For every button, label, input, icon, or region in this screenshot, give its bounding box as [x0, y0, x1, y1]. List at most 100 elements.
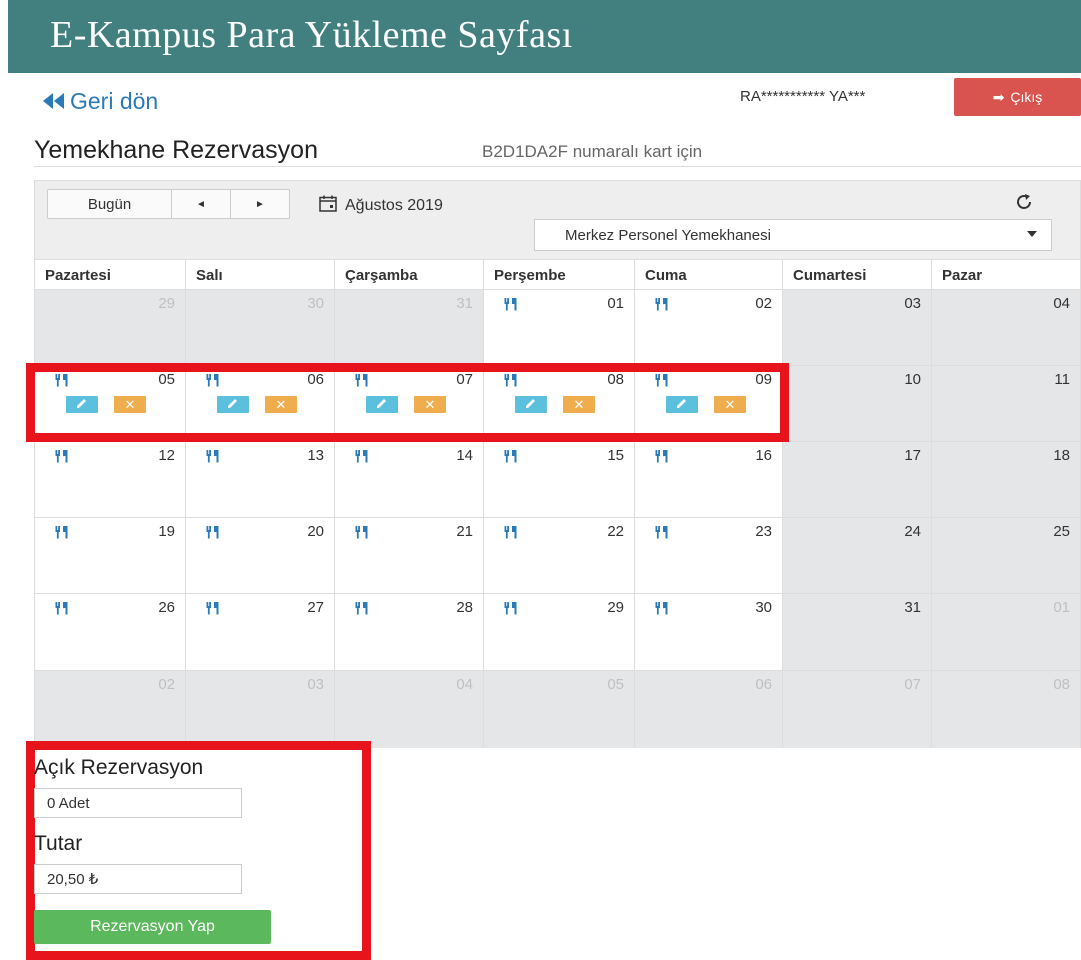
- reservation-calendar: Bugün ◄ ► Ağustos 2019 Merkez Personel Y…: [34, 180, 1081, 748]
- day-number: 29: [607, 599, 624, 616]
- calendar-day: 29: [35, 290, 186, 366]
- calendar-day: 03: [186, 671, 335, 748]
- calendar-day[interactable]: 21: [335, 518, 484, 594]
- day-number: 10: [904, 371, 921, 388]
- calendar-day[interactable]: 30: [635, 594, 783, 671]
- day-number: 28: [456, 599, 473, 616]
- day-number: 08: [1053, 676, 1070, 693]
- calendar-day[interactable]: 19: [35, 518, 186, 594]
- day-number: 12: [158, 447, 175, 464]
- amount-value: 20,50 ₺: [34, 864, 242, 894]
- weekday-header-cell: Cuma: [635, 260, 783, 290]
- fork-knife-icon: [355, 449, 369, 468]
- weekday-header-cell: Perşembe: [484, 260, 635, 290]
- highlight-reserved-days: [26, 363, 789, 442]
- month-label: Ağustos 2019: [319, 195, 443, 217]
- calendar-day[interactable]: 20: [186, 518, 335, 594]
- page-subtitle: B2D1DA2F numaralı kart için: [482, 142, 703, 161]
- next-month-button[interactable]: ►: [231, 189, 290, 219]
- calendar-day[interactable]: 12: [35, 442, 186, 518]
- fork-knife-icon: [655, 601, 669, 620]
- fork-knife-icon: [55, 525, 69, 544]
- fork-knife-icon: [206, 525, 220, 544]
- fork-knife-icon: [655, 525, 669, 544]
- day-number: 04: [456, 676, 473, 693]
- day-number: 07: [904, 676, 921, 693]
- calendar-day[interactable]: 16: [635, 442, 783, 518]
- calendar-toolbar: Bugün ◄ ► Ağustos 2019 Merkez Personel Y…: [35, 181, 1080, 259]
- day-number: 15: [607, 447, 624, 464]
- calendar-day: 30: [186, 290, 335, 366]
- today-button[interactable]: Bugün: [47, 189, 172, 219]
- calendar-day[interactable]: 13: [186, 442, 335, 518]
- calendar-day: 05: [484, 671, 635, 748]
- calendar-day[interactable]: 29: [484, 594, 635, 671]
- make-reservation-button[interactable]: Rezervasyon Yap: [34, 910, 271, 944]
- calendar-grid: 29 30 31 01 02 03 04 05 ✕ 06 ✕ 07 ✕ 08 ✕ 09 ✕ 10 11 12 13 14 1…: [35, 290, 1080, 748]
- prev-month-button[interactable]: ◄: [172, 189, 231, 219]
- fork-knife-icon: [504, 601, 518, 620]
- calendar-day: 01: [932, 594, 1080, 671]
- page-title: Yemekhane Rezervasyon: [34, 136, 318, 164]
- calendar-day: 17: [783, 442, 932, 518]
- day-number: 31: [904, 599, 921, 616]
- day-number: 27: [307, 599, 324, 616]
- calendar-day: 04: [335, 671, 484, 748]
- calendar-day[interactable]: 14: [335, 442, 484, 518]
- fork-knife-icon: [206, 601, 220, 620]
- calendar-day: 07: [783, 671, 932, 748]
- logout-label: Çıkış: [1010, 89, 1043, 105]
- open-reservation-label: Açık Rezervasyon: [34, 756, 204, 779]
- fork-knife-icon: [355, 601, 369, 620]
- day-number: 14: [456, 447, 473, 464]
- back-link[interactable]: Geri dön: [40, 86, 158, 116]
- calendar-day[interactable]: 26: [35, 594, 186, 671]
- calendar-day: 25: [932, 518, 1080, 594]
- cafeteria-selected: Merkez Personel Yemekhanesi: [565, 226, 771, 244]
- calendar-day: 11: [932, 366, 1080, 442]
- day-number: 03: [904, 295, 921, 312]
- calendar-day: 31: [335, 290, 484, 366]
- calendar-day: 10: [783, 366, 932, 442]
- calendar-day[interactable]: 27: [186, 594, 335, 671]
- day-number: 29: [158, 295, 175, 312]
- day-number: 30: [307, 295, 324, 312]
- calendar-day: 31: [783, 594, 932, 671]
- fork-knife-icon: [55, 601, 69, 620]
- chevron-down-icon: [1027, 231, 1037, 237]
- weekday-header-cell: Çarşamba: [335, 260, 484, 290]
- day-number: 26: [158, 599, 175, 616]
- weekday-header-cell: Salı: [186, 260, 335, 290]
- day-number: 13: [307, 447, 324, 464]
- day-number: 16: [755, 447, 772, 464]
- weekday-header-cell: Cumartesi: [783, 260, 932, 290]
- calendar-day[interactable]: 02: [635, 290, 783, 366]
- double-chevron-left-icon: [40, 91, 70, 111]
- day-number: 05: [607, 676, 624, 693]
- site-title: E-Kampus Para Yükleme Sayfası: [50, 14, 573, 56]
- logout-button[interactable]: ➡ Çıkış: [954, 78, 1081, 116]
- day-number: 21: [456, 523, 473, 540]
- calendar-day[interactable]: 01: [484, 290, 635, 366]
- calendar-day: 24: [783, 518, 932, 594]
- calendar-icon: [319, 195, 337, 217]
- day-number: 18: [1053, 447, 1070, 464]
- day-number: 01: [1053, 599, 1070, 616]
- weekday-header-cell: Pazar: [942, 266, 983, 284]
- calendar-day: 08: [932, 671, 1080, 748]
- day-number: 06: [755, 676, 772, 693]
- calendar-day[interactable]: 28: [335, 594, 484, 671]
- calendar-day[interactable]: 23: [635, 518, 783, 594]
- fork-knife-icon: [655, 297, 669, 316]
- day-number: 30: [755, 599, 772, 616]
- calendar-day[interactable]: 15: [484, 442, 635, 518]
- calendar-day: 02: [35, 671, 186, 748]
- refresh-icon[interactable]: [1015, 193, 1033, 217]
- header-banner: E-Kampus Para Yükleme Sayfası: [8, 0, 1081, 73]
- amount-label: Tutar: [34, 832, 83, 855]
- cafeteria-select[interactable]: Merkez Personel Yemekhanesi: [534, 219, 1052, 251]
- open-reservation-count: 0 Adet: [34, 788, 242, 818]
- sign-out-icon: ➡: [992, 88, 1005, 105]
- calendar-day[interactable]: 22: [484, 518, 635, 594]
- fork-knife-icon: [504, 449, 518, 468]
